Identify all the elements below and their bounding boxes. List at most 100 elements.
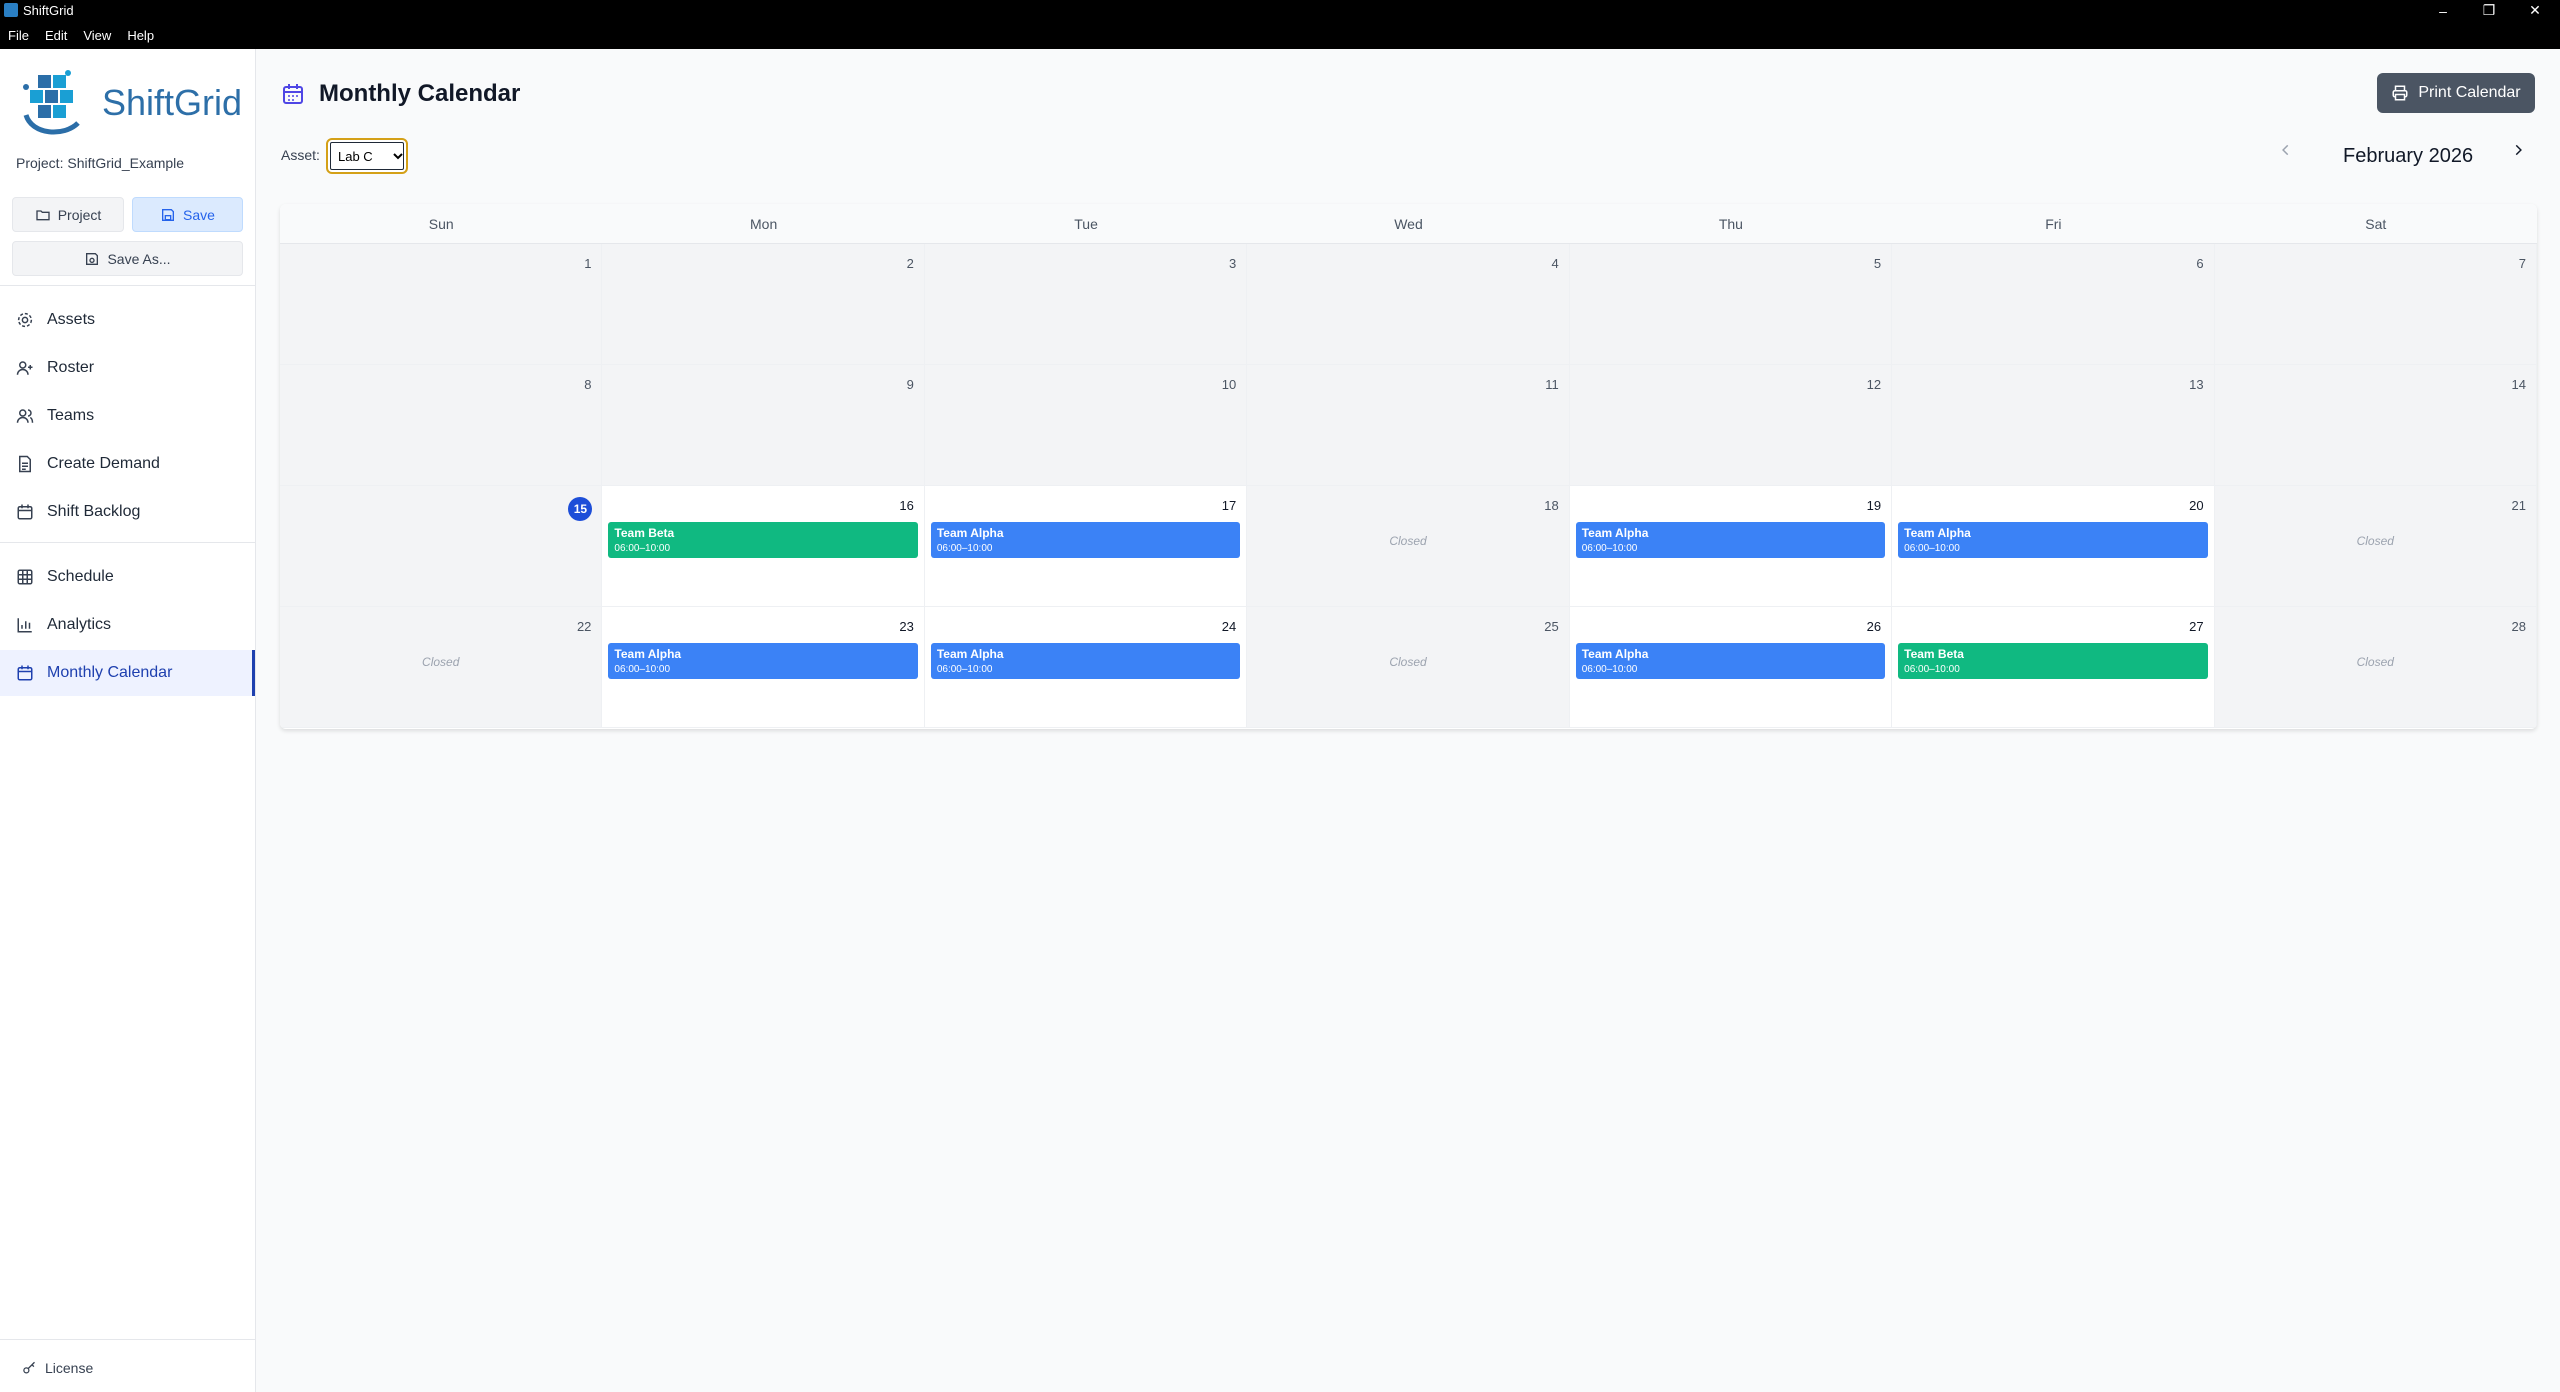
day-cell-18[interactable]: 18 Closed: [1247, 486, 1570, 607]
sidebar-item-shift-backlog[interactable]: Shift Backlog: [0, 489, 255, 535]
user-plus-icon: [16, 361, 33, 375]
calendar-icon: [17, 504, 33, 520]
shift-time: 06:00–10:00: [936, 664, 993, 675]
day-cell-2[interactable]: 2: [602, 244, 925, 365]
shift-time: 06:00–10:00: [1581, 664, 1638, 675]
logo-text: ShiftGrid: [102, 82, 243, 123]
page-title-text: Monthly Calendar: [319, 80, 521, 107]
sidebar-item-label: Shift Backlog: [47, 503, 141, 520]
sidebar-item-analytics[interactable]: Analytics: [0, 602, 255, 648]
day-cell-6[interactable]: 6: [1892, 244, 2215, 365]
sidebar-item-teams[interactable]: Teams: [0, 393, 255, 439]
weekday-mon: Mon: [750, 216, 778, 232]
users-icon: [16, 409, 34, 423]
day-cell-7[interactable]: 7: [2214, 244, 2537, 365]
day-cell-25[interactable]: 25 Closed: [1247, 607, 1570, 728]
sidebar-item-assets[interactable]: Assets: [0, 297, 255, 343]
menu-edit[interactable]: Edit: [45, 28, 67, 43]
current-month: February 2026: [2343, 145, 2474, 167]
day-cell-22[interactable]: 22 Closed: [280, 607, 603, 728]
menu-file[interactable]: File: [8, 28, 29, 43]
day-cell-15[interactable]: 15: [280, 486, 603, 607]
day-number: 7: [2518, 256, 2526, 271]
day-number: 11: [1545, 377, 1559, 392]
weekday-tue: Tue: [1074, 216, 1098, 232]
shift-team: Team Beta: [1904, 647, 1964, 661]
shift-block[interactable]: Team Beta 06:00–10:00: [1898, 643, 2208, 679]
minimize-icon[interactable]: –: [2420, 0, 2466, 21]
sidebar-item-create-demand[interactable]: Create Demand: [0, 441, 255, 487]
sidebar-item-label: Monthly Calendar: [47, 664, 173, 681]
day-cell-1[interactable]: 1: [280, 244, 603, 365]
shift-block[interactable]: Team Alpha 06:00–10:00: [930, 522, 1241, 558]
sidebar-item-schedule[interactable]: Schedule: [0, 554, 255, 600]
menu-bar: File Edit View Help: [0, 21, 2560, 49]
day-cell-5[interactable]: 5: [1569, 244, 1893, 365]
day-number: 13: [2189, 377, 2204, 392]
day-number: 16: [899, 498, 914, 513]
shift-block[interactable]: Team Alpha 06:00–10:00: [930, 643, 1241, 679]
shift-team: Team Alpha: [614, 647, 682, 661]
day-number: 28: [2511, 619, 2526, 634]
day-cell-20[interactable]: 20 Team Alpha 06:00–10:00: [1892, 486, 2215, 607]
day-cell-11[interactable]: 11: [1247, 365, 1570, 486]
window-title: ShiftGrid: [23, 3, 74, 18]
asset-select[interactable]: Lab C: [326, 138, 408, 174]
day-number: 2: [906, 256, 914, 271]
print-calendar-button[interactable]: Print Calendar: [2377, 73, 2535, 113]
project-name: Project: ShiftGrid_Example: [16, 155, 185, 171]
day-cell-16[interactable]: 16 Team Beta 06:00–10:00: [602, 486, 925, 607]
day-number: 27: [2189, 619, 2204, 634]
sidebar-item-label: Teams: [47, 407, 95, 424]
sidebar-item-monthly-calendar[interactable]: Monthly Calendar: [0, 650, 255, 696]
day-cell-19[interactable]: 19 Team Alpha 06:00–10:00: [1569, 486, 1893, 607]
day-cell-4[interactable]: 4: [1247, 244, 1570, 365]
shift-block[interactable]: Team Alpha 06:00–10:00: [1575, 522, 1886, 558]
day-cell-8[interactable]: 8: [280, 365, 603, 486]
menu-help[interactable]: Help: [127, 28, 154, 43]
shift-block[interactable]: Team Alpha 06:00–10:00: [1898, 522, 2208, 558]
day-cell-10[interactable]: 10: [924, 365, 1248, 486]
day-cell-21[interactable]: 21 Closed: [2214, 486, 2537, 607]
day-number: 10: [1221, 377, 1237, 392]
save-button[interactable]: Save: [132, 197, 243, 232]
close-icon[interactable]: ✕: [2512, 0, 2558, 21]
shift-block[interactable]: Team Alpha 06:00–10:00: [608, 643, 918, 679]
save-button-label: Save: [183, 206, 215, 223]
day-cell-3[interactable]: 3: [924, 244, 1248, 365]
day-cell-14[interactable]: 14: [2214, 365, 2537, 486]
logo-icon: [23, 70, 80, 135]
sidebar-item-label: Roster: [47, 359, 95, 376]
next-month-icon[interactable]: [2511, 143, 2525, 157]
day-cell-23[interactable]: 23 Team Alpha 06:00–10:00: [602, 607, 925, 728]
day-number: 5: [1873, 256, 1882, 271]
shift-time: 06:00–10:00: [936, 543, 993, 554]
app-logo: ShiftGrid: [20, 67, 243, 137]
save-as-button-label: Save As...: [107, 250, 171, 267]
day-cell-24[interactable]: 24 Team Alpha 06:00–10:00: [924, 607, 1248, 728]
license-link[interactable]: License: [22, 1360, 93, 1376]
day-cell-13[interactable]: 13: [1892, 365, 2215, 486]
prev-month-icon[interactable]: [2279, 143, 2293, 157]
menu-view[interactable]: View: [83, 28, 111, 43]
key-icon: [23, 1361, 35, 1373]
shift-time: 06:00–10:00: [1581, 543, 1638, 554]
divider: [0, 542, 255, 543]
restore-icon[interactable]: ❐: [2466, 0, 2512, 21]
day-cell-9[interactable]: 9: [602, 365, 925, 486]
day-cell-12[interactable]: 12: [1569, 365, 1893, 486]
save-as-button[interactable]: Save As...: [12, 241, 243, 276]
day-number: 8: [584, 377, 592, 392]
day-cell-27[interactable]: 27 Team Beta 06:00–10:00: [1892, 607, 2215, 728]
sidebar-item-label: Create Demand: [47, 455, 160, 472]
day-cell-28[interactable]: 28 Closed: [2214, 607, 2537, 728]
shift-time: 06:00–10:00: [1904, 664, 1960, 675]
project-button[interactable]: Project: [12, 197, 124, 232]
day-cell-26[interactable]: 26 Team Alpha 06:00–10:00: [1569, 607, 1893, 728]
closed-label: Closed: [1389, 534, 1427, 548]
shift-block[interactable]: Team Alpha 06:00–10:00: [1575, 643, 1886, 679]
sidebar-item-roster[interactable]: Roster: [0, 345, 255, 391]
day-cell-17[interactable]: 17 Team Alpha 06:00–10:00: [924, 486, 1248, 607]
shift-team: Team Alpha: [1581, 526, 1649, 540]
shift-block[interactable]: Team Beta 06:00–10:00: [608, 522, 918, 558]
